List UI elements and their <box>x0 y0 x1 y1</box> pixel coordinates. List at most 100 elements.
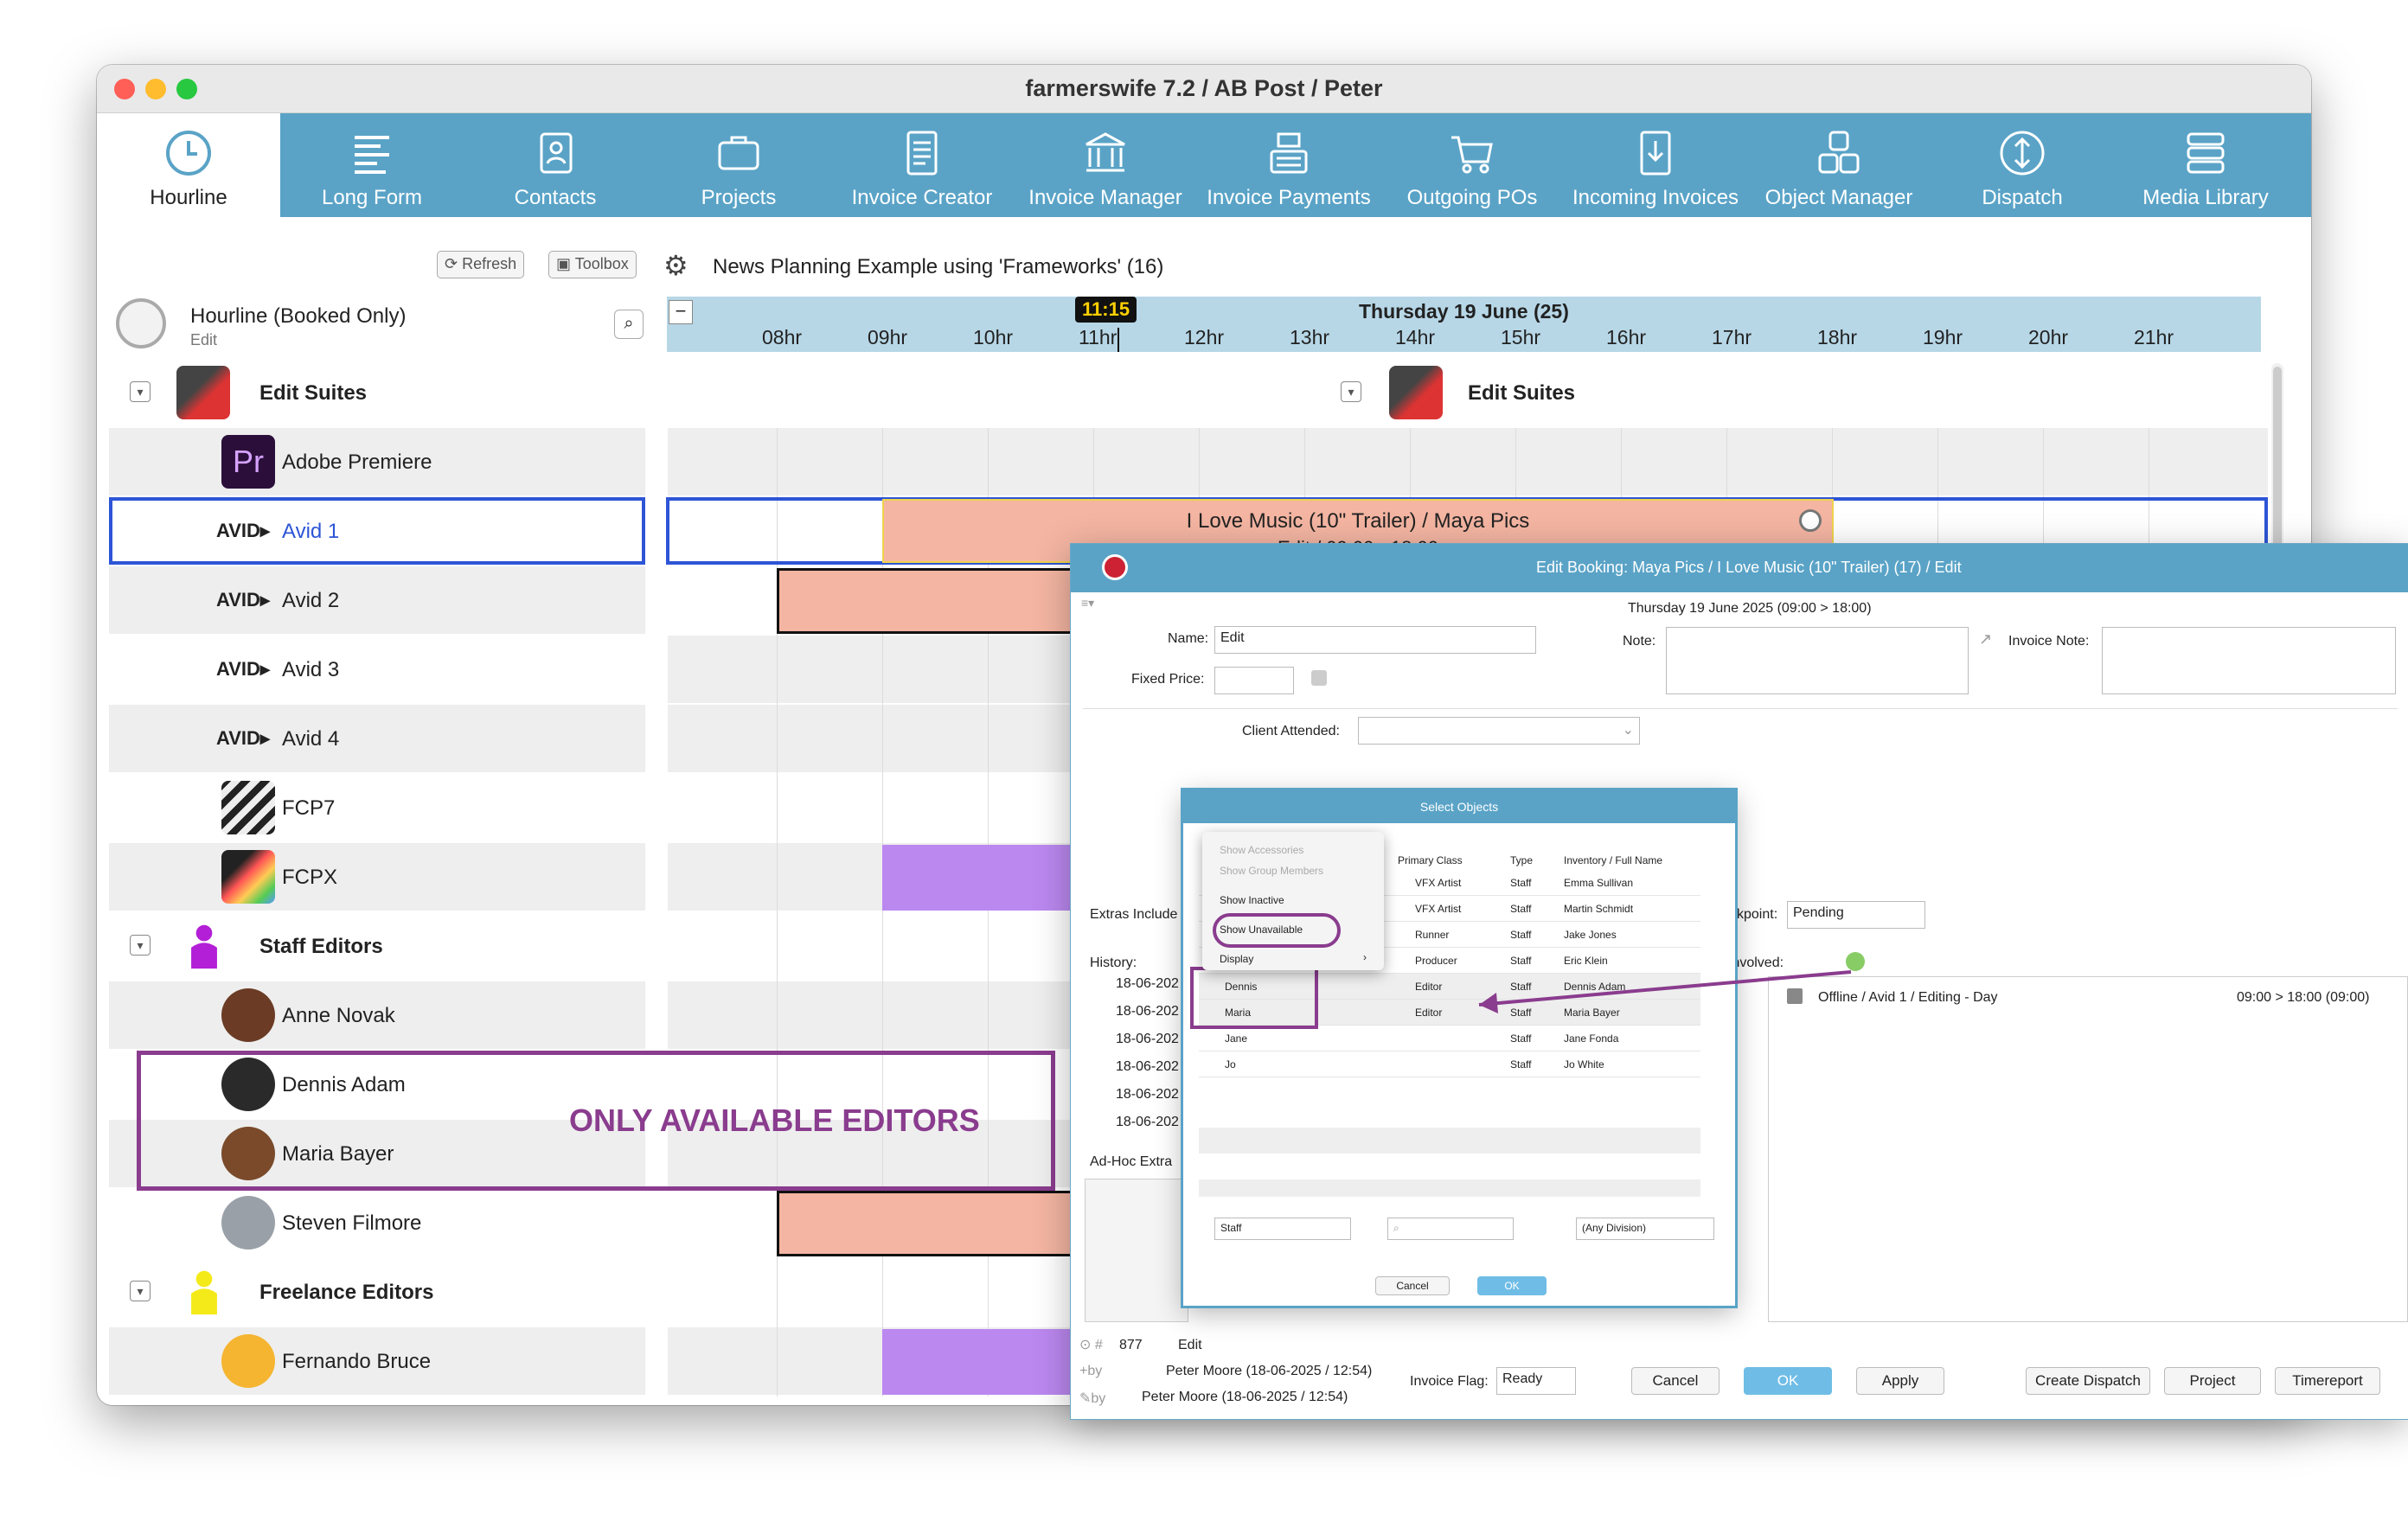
menu-show-group-members[interactable]: Show Group Members <box>1220 865 1323 877</box>
row-fernando-bruce[interactable]: Fernando Bruce <box>109 1327 645 1395</box>
ok-button[interactable]: OK <box>1744 1367 1832 1395</box>
toolbar-contacts[interactable]: Contacts <box>464 113 647 217</box>
toolbar-hourline[interactable]: Hourline <box>97 113 280 217</box>
row-short: Jane <box>1225 1032 1248 1045</box>
download-doc-icon <box>1640 131 1671 176</box>
filter-division-select[interactable]: (Any Division) <box>1576 1218 1714 1240</box>
hourline-subtitle: Edit <box>190 331 218 348</box>
refresh-button[interactable]: ⟳ Refresh <box>437 251 525 278</box>
menu-show-inactive[interactable]: Show Inactive <box>1220 894 1284 906</box>
row-fcpx[interactable]: FCPX <box>109 843 645 911</box>
avid-logo-icon: AVID▸ <box>216 589 270 610</box>
hour-label: 21hr <box>2134 326 2174 348</box>
checkpoint-select[interactable]: Pending <box>1787 901 1925 929</box>
toolbar-projects[interactable]: Projects <box>647 113 830 217</box>
toolbar-label: Incoming Invoices <box>1572 186 1739 209</box>
toolbar-label: Long Form <box>321 186 423 209</box>
note-textarea[interactable] <box>1666 627 1969 694</box>
create-dispatch-button[interactable]: Create Dispatch <box>2026 1367 2150 1395</box>
invoice-note-textarea[interactable] <box>2102 627 2396 694</box>
gear-icon[interactable]: ⚙ <box>663 249 688 282</box>
invoice-flag-select[interactable]: Ready <box>1496 1367 1576 1395</box>
toolbar-invoice-creator[interactable]: Invoice Creator <box>830 113 1014 217</box>
table-row[interactable]: Jo Staff Jo White <box>1199 1051 1700 1077</box>
search-button[interactable]: ⌕ <box>614 310 644 339</box>
toolbox-button[interactable]: ▣ Toolbox <box>548 251 637 278</box>
toolbar-label: Media Library <box>2142 186 2269 209</box>
collapse-toggle[interactable]: ▾ <box>130 935 150 956</box>
row-type: Staff <box>1510 903 1532 915</box>
history-entry[interactable]: 18-06-202 <box>1116 1004 1179 1019</box>
current-time-marker <box>1118 328 1119 352</box>
history-entry[interactable]: 18-06-202 <box>1116 976 1179 992</box>
fixed-price-input[interactable] <box>1214 667 1294 694</box>
toolbar-dispatch[interactable]: Dispatch <box>1931 113 2114 217</box>
row-anne-novak[interactable]: Anne Novak <box>109 981 645 1049</box>
involved-list[interactable] <box>1768 976 2408 1322</box>
cash-register-icon <box>1270 132 1308 174</box>
collapse-toggle[interactable]: ▾ <box>130 1281 150 1301</box>
filter-search-input[interactable]: ⌕ <box>1387 1218 1514 1240</box>
history-entry[interactable]: 18-06-202 <box>1116 1087 1179 1103</box>
row-avid-4[interactable]: AVID▸ Avid 4 <box>109 705 645 772</box>
group-edit-suites[interactable]: ▾ Edit Suites <box>109 359 645 426</box>
select-ok-button[interactable]: OK <box>1477 1276 1547 1295</box>
clear-icon[interactable] <box>1311 670 1327 686</box>
history-entry[interactable]: 18-06-202 <box>1116 1115 1179 1130</box>
toolbar-media-library[interactable]: Media Library <box>2114 113 2297 217</box>
row-full-name: Jake Jones <box>1564 929 1617 941</box>
dialog-title: Edit Booking: Maya Pics / I Love Music (… <box>1536 559 1962 576</box>
row-avid-2[interactable]: AVID▸ Avid 2 <box>109 566 645 634</box>
toolbar-incoming-invoices[interactable]: Incoming Invoices <box>1564 113 1747 217</box>
history-entry[interactable]: 18-06-202 <box>1116 1032 1179 1047</box>
row-avid-3[interactable]: AVID▸ Avid 3 <box>109 636 645 703</box>
hour-label: 15hr <box>1501 326 1541 348</box>
hour-label: 14hr <box>1395 326 1436 348</box>
adhoc-list[interactable] <box>1085 1179 1188 1322</box>
toolbar-long-form[interactable]: Long Form <box>280 113 464 217</box>
row-fcp7[interactable]: FCP7 <box>109 774 645 841</box>
cancel-button[interactable]: Cancel <box>1631 1367 1720 1395</box>
edit-suites-icon-right <box>1389 366 1443 419</box>
row-avid-1[interactable]: AVID▸ Avid 1 <box>109 497 645 565</box>
external-link-icon[interactable]: ↗ <box>1979 630 1992 649</box>
select-cancel-button[interactable]: Cancel <box>1375 1276 1450 1295</box>
menu-show-accessories[interactable]: Show Accessories <box>1220 844 1303 856</box>
collapse-toggle-right[interactable]: ▾ <box>1341 381 1361 402</box>
toolbar-invoice-payments[interactable]: Invoice Payments <box>1197 113 1380 217</box>
client-attended-select[interactable]: ⌄ <box>1358 717 1640 745</box>
name-input[interactable]: Edit <box>1214 626 1536 654</box>
toolbar-label: Hourline <box>150 186 227 209</box>
dialog-date: Thursday 19 June 2025 (09:00 > 18:00) <box>1628 601 1872 616</box>
header-type[interactable]: Type <box>1510 854 1533 866</box>
header-primary-class[interactable]: Primary Class <box>1398 854 1463 866</box>
row-adobe-premiere[interactable]: Pr Adobe Premiere <box>109 428 645 495</box>
show-unavailable-highlight <box>1213 913 1341 948</box>
project-button[interactable]: Project <box>2164 1367 2261 1395</box>
toolbar-outgoing-pos[interactable]: Outgoing POs <box>1380 113 1564 217</box>
timereport-button[interactable]: Timereport <box>2275 1367 2380 1395</box>
toolbar-invoice-manager[interactable]: Invoice Manager <box>1014 113 1197 217</box>
group-staff-editors[interactable]: ▾ Staff Editors <box>109 912 645 980</box>
group-freelance-editors[interactable]: ▾ Freelance Editors <box>109 1258 645 1326</box>
collapse-toggle[interactable]: ▾ <box>130 381 150 402</box>
dispatch-icon <box>2000 131 2045 176</box>
group-name: Freelance Editors <box>259 1281 434 1304</box>
row-steven-filmore[interactable]: Steven Filmore <box>109 1189 645 1256</box>
dialog-menu-icon[interactable]: ≡▾ <box>1081 596 1094 610</box>
adhoc-label: Ad-Hoc Extra <box>1090 1154 1173 1169</box>
header-full-name[interactable]: Inventory / Full Name <box>1564 854 1662 866</box>
collapse-timeline-button[interactable]: − <box>669 300 693 324</box>
hour-label: 20hr <box>2028 326 2069 348</box>
toolbar-object-manager[interactable]: Object Manager <box>1747 113 1931 217</box>
avid-logo-icon: AVID▸ <box>216 727 270 749</box>
apply-button[interactable]: Apply <box>1856 1367 1944 1395</box>
menu-display[interactable]: Display <box>1220 953 1253 965</box>
history-entry[interactable]: 18-06-202 <box>1116 1059 1179 1075</box>
booking-status-icon <box>1799 509 1822 532</box>
filter-type-select[interactable]: Staff <box>1214 1218 1351 1240</box>
hour-label: 11hr <box>1079 326 1118 348</box>
refresh-icon: ⟳ <box>445 255 458 272</box>
objects-icon <box>1818 131 1860 174</box>
toolbar-label: Dispatch <box>1982 186 2063 209</box>
